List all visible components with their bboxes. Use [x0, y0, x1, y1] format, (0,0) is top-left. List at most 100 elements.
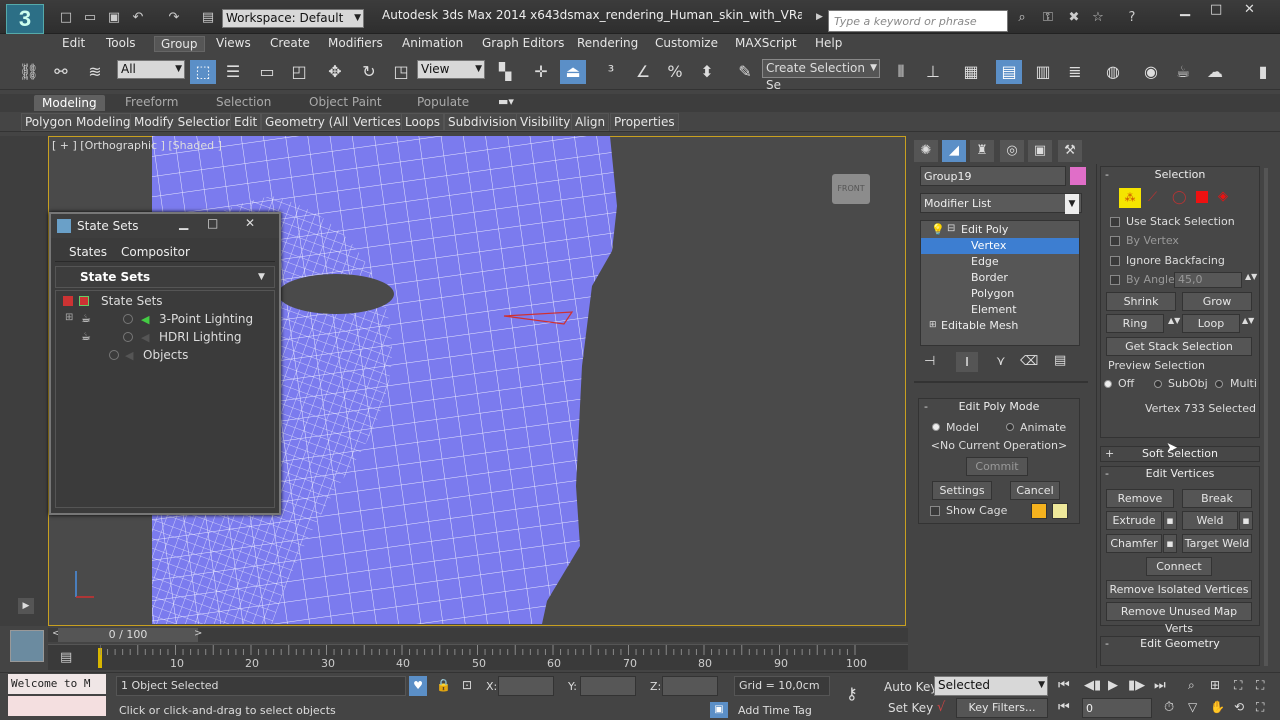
- zoom-extents-all-icon[interactable]: ⛶: [1256, 678, 1264, 693]
- border-mode-icon[interactable]: ◯: [1172, 190, 1187, 205]
- menu-group[interactable]: Group: [154, 36, 205, 52]
- panel-vertices[interactable]: Vertices: [349, 113, 405, 131]
- loop-button[interactable]: Loop: [1182, 314, 1240, 333]
- menu-views[interactable]: Views: [216, 36, 251, 50]
- project-folder-icon[interactable]: ▤: [200, 10, 216, 26]
- search-icon[interactable]: ⌕: [1014, 10, 1030, 26]
- expand-icon[interactable]: ⊞: [65, 312, 73, 323]
- menu-maxscript[interactable]: MAXScript: [735, 36, 797, 50]
- state-sets-panel-header[interactable]: State Sets ▼: [55, 266, 275, 288]
- stack-edge[interactable]: Edge: [921, 254, 1079, 270]
- selection-filter-dropdown[interactable]: All ▼: [117, 60, 185, 79]
- communication-icon[interactable]: ✖: [1066, 10, 1082, 26]
- maximize-icon[interactable]: □: [207, 216, 218, 230]
- menu-compositor[interactable]: Compositor: [121, 245, 190, 259]
- absolute-mode-icon[interactable]: ⊡: [462, 678, 472, 692]
- menu-create[interactable]: Create: [270, 36, 310, 50]
- minimize-icon[interactable]: ▁: [179, 216, 188, 230]
- display-tab-icon[interactable]: ▣: [1028, 140, 1052, 162]
- tab-freeform[interactable]: Freeform: [125, 95, 178, 109]
- isolate-selection-icon[interactable]: ♥: [409, 676, 427, 696]
- track-bar-menu-icon[interactable]: ▤: [60, 650, 72, 665]
- break-button[interactable]: Break: [1182, 489, 1252, 508]
- time-config-icon[interactable]: ⏱: [1164, 700, 1174, 715]
- hierarchy-tab-icon[interactable]: ♜: [970, 140, 994, 162]
- element-mode-icon[interactable]: ◈: [1218, 189, 1228, 204]
- expand-icon[interactable]: ⊞: [929, 320, 937, 330]
- create-tab-icon[interactable]: ✺: [914, 140, 938, 162]
- target-weld-button[interactable]: Target Weld: [1182, 534, 1252, 553]
- motion-tab-icon[interactable]: ◎: [1000, 140, 1024, 162]
- make-unique-icon[interactable]: ⋎: [996, 354, 1006, 369]
- menu-tools[interactable]: Tools: [106, 36, 136, 50]
- remove-modifier-icon[interactable]: ⌫: [1020, 354, 1038, 369]
- key-mode-dropdown[interactable]: Selected ▼: [934, 676, 1048, 696]
- spinner-snap-icon[interactable]: ⬍: [694, 60, 720, 84]
- app-logo-button[interactable]: 3: [6, 4, 44, 34]
- rotate-icon[interactable]: ↻: [356, 60, 382, 84]
- tab-populate[interactable]: Populate: [417, 95, 469, 109]
- preview-multi-radio[interactable]: [1215, 380, 1223, 388]
- cage-color-swatch[interactable]: [1031, 503, 1047, 519]
- add-state-icon[interactable]: [79, 296, 89, 306]
- panel-polygon-modeling[interactable]: Polygon Modeling: [21, 113, 135, 131]
- extrude-settings-icon[interactable]: ▪: [1163, 511, 1177, 530]
- maxscript-listener-output[interactable]: [8, 696, 106, 716]
- weld-button[interactable]: Weld: [1182, 511, 1238, 530]
- stack-polygon[interactable]: Polygon: [921, 286, 1079, 302]
- menu-help[interactable]: Help: [815, 36, 842, 50]
- by-vertex-checkbox[interactable]: [1110, 236, 1120, 246]
- scale-icon[interactable]: ◳: [388, 60, 414, 84]
- chamfer-settings-icon[interactable]: ▪: [1163, 534, 1177, 553]
- set-key-button[interactable]: Set Key: [888, 701, 933, 715]
- vertex-mode-icon[interactable]: ⁂: [1119, 188, 1141, 208]
- auto-key-button[interactable]: Auto Key: [884, 680, 937, 694]
- ignore-backfacing-checkbox[interactable]: [1110, 256, 1120, 266]
- snaps-toggle-icon[interactable]: ³: [598, 60, 624, 84]
- radio-icon[interactable]: [109, 350, 119, 360]
- remove-unused-map-verts-button[interactable]: Remove Unused Map Verts: [1106, 602, 1252, 635]
- link-icon[interactable]: ⛓: [16, 60, 42, 84]
- scene-explorer-icon[interactable]: ▦: [958, 60, 984, 84]
- orbit-icon[interactable]: ⟲: [1234, 700, 1244, 714]
- go-to-start-icon[interactable]: ⏮: [1058, 678, 1070, 693]
- ring-spinner-icon[interactable]: ▲▼: [1168, 316, 1180, 325]
- x-coordinate-field[interactable]: [498, 676, 554, 696]
- settings-button[interactable]: Settings: [932, 481, 992, 500]
- cancel-button[interactable]: Cancel: [1010, 481, 1060, 500]
- pan-icon[interactable]: ✋: [1210, 700, 1225, 714]
- chamfer-button[interactable]: Chamfer: [1106, 534, 1162, 553]
- subscription-icon[interactable]: ⚿: [1040, 10, 1056, 26]
- chevron-down-icon[interactable]: ▼: [258, 272, 265, 282]
- named-selection-set-dropdown[interactable]: Create Selection Se ▼: [762, 59, 880, 92]
- menu-rendering[interactable]: Rendering: [577, 36, 638, 50]
- y-coordinate-field[interactable]: [580, 676, 636, 696]
- search-input[interactable]: Type a keyword or phrase: [828, 10, 1008, 32]
- next-frame-icon[interactable]: >: [194, 628, 202, 639]
- keyboard-shortcut-override-icon[interactable]: ⏏: [560, 60, 586, 84]
- show-end-result-icon[interactable]: Ⅰ: [956, 352, 978, 372]
- stack-element[interactable]: Element: [921, 302, 1079, 318]
- current-frame-field[interactable]: 0: [1082, 698, 1152, 718]
- tree-hdri-lighting[interactable]: HDRI Lighting: [159, 330, 241, 344]
- next-frame-icon[interactable]: ▮▶: [1128, 678, 1145, 693]
- angle-value-field[interactable]: 45,0: [1174, 272, 1242, 288]
- redo-icon[interactable]: ↷: [166, 10, 182, 26]
- radio-icon[interactable]: [123, 314, 133, 324]
- save-icon[interactable]: ▣: [106, 10, 122, 26]
- modifier-list-dropdown[interactable]: Modifier List ▼: [920, 193, 1082, 214]
- ring-button[interactable]: Ring: [1106, 314, 1164, 333]
- edge-mode-icon[interactable]: ⟋: [1148, 190, 1157, 205]
- get-stack-selection-button[interactable]: Get Stack Selection: [1106, 337, 1252, 356]
- radio-icon[interactable]: [123, 332, 133, 342]
- key-filters-button[interactable]: Key Filters...: [956, 698, 1048, 718]
- maxscript-listener[interactable]: Welcome to M: [8, 674, 106, 694]
- layer-explorer-icon[interactable]: ▤: [996, 60, 1022, 84]
- modify-tab-icon[interactable]: ◢: [942, 140, 966, 162]
- mini-curve-editor-button[interactable]: [10, 630, 44, 662]
- polygon-mode-icon[interactable]: [1196, 191, 1208, 203]
- key-mode-toggle-icon[interactable]: ⏮: [1058, 700, 1070, 715]
- percent-snap-icon[interactable]: %: [662, 60, 688, 84]
- weld-settings-icon[interactable]: ▪: [1239, 511, 1253, 530]
- soft-selection-title[interactable]: Soft Selection: [1100, 447, 1260, 460]
